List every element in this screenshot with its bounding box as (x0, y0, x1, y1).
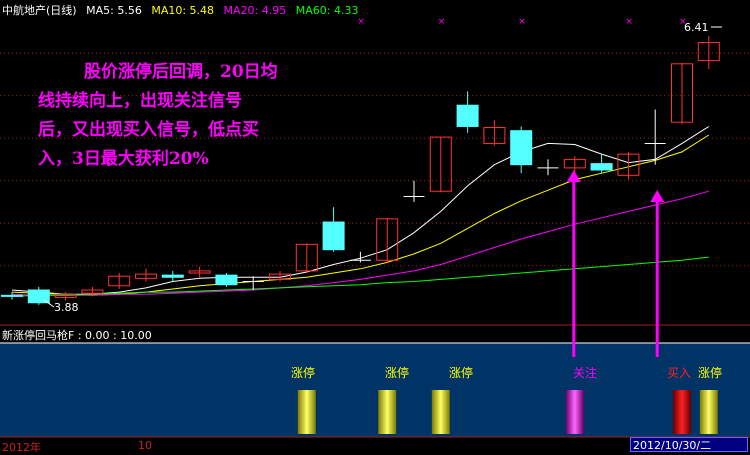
signal-label-limit-up-4: 涨停 (698, 366, 723, 380)
chart-header: 中航地产(日线) MA5: 5.56 MA10: 5.48 MA20: 4.95… (2, 2, 364, 18)
buy-arrow-head (650, 190, 665, 202)
top-marker: × (518, 17, 526, 27)
candle-body (215, 274, 238, 286)
annotation-line-1-text: 股价涨停后回调，20日均 (84, 62, 278, 82)
ma5-value: 5.56 (117, 4, 142, 17)
indicator-bar-limit-up (297, 390, 316, 434)
annotation-line-4: 入，3日最大获利20% (38, 149, 209, 169)
ma60-label: MA60: (295, 4, 331, 17)
signal-label-buy: 买入 (667, 366, 692, 380)
candle-body (1, 294, 23, 297)
signal-label-limit-up-3: 涨停 (449, 366, 474, 380)
time-axis-year: 2012年 (2, 441, 41, 454)
indicator-bar-watch (565, 390, 584, 434)
ma60-readout: MA60: 4.33 (296, 4, 359, 17)
top-marker: × (438, 17, 446, 27)
indicator-bar-limit-up (378, 390, 397, 434)
indicator-title: 新涨停回马枪F : 0.00 : 10.00 (2, 329, 152, 342)
indicator-panel (0, 343, 750, 437)
candle-body (590, 163, 613, 171)
high-price-label: 6.41 (684, 21, 709, 34)
top-marker: × (357, 17, 365, 27)
strategy-annotation: 股价涨停后回调，20日均 线持续向上，出现关注信号 后，又出现买入信号，低点买 … (38, 58, 338, 174)
signal-label-limit-up-2: 涨停 (385, 366, 410, 380)
candle-body (510, 130, 533, 166)
candle-body (322, 221, 345, 251)
low-price-label: 3.88 (54, 301, 79, 314)
stock-name: 中航地产(日线) (2, 4, 77, 17)
annotation-line-2: 线持续向上，出现关注信号 (38, 91, 242, 111)
ma5-label: MA5: (86, 4, 114, 17)
ma5-readout: MA5: 5.56 (86, 4, 142, 17)
candle-body (161, 274, 184, 278)
ma60-value: 4.33 (333, 4, 359, 17)
time-axis-month: 10 (138, 439, 152, 452)
ma10-value: 5.48 (189, 4, 215, 17)
cursor-date-box[interactable]: 2012/10/30/二 (630, 437, 748, 452)
ma10-readout: MA10: 5.48 (151, 4, 214, 17)
candle-body (27, 289, 50, 304)
ma20-readout: MA20: 4.95 (224, 4, 287, 17)
ma-line-ma60 (11, 256, 709, 297)
ma20-label: MA20: (223, 4, 259, 17)
signal-label-watch: 关注 (573, 366, 598, 380)
candle-body (456, 104, 479, 127)
annotation-line-3: 后，又出现买入信号，低点买 (38, 120, 259, 140)
annotation-line-1: 股价涨停后回调，20日均 (38, 58, 338, 87)
indicator-bar-limit-up (699, 390, 718, 434)
signal-label-limit-up-1: 涨停 (291, 366, 316, 380)
indicator-bar-limit-up (431, 390, 450, 434)
watch-arrow-head (566, 170, 581, 182)
indicator-bar-buy (673, 390, 691, 434)
ma-line-ma20 (11, 190, 709, 296)
top-marker: × (625, 17, 633, 27)
ma20-value: 4.95 (261, 4, 287, 17)
ma10-label: MA10: (151, 4, 187, 17)
